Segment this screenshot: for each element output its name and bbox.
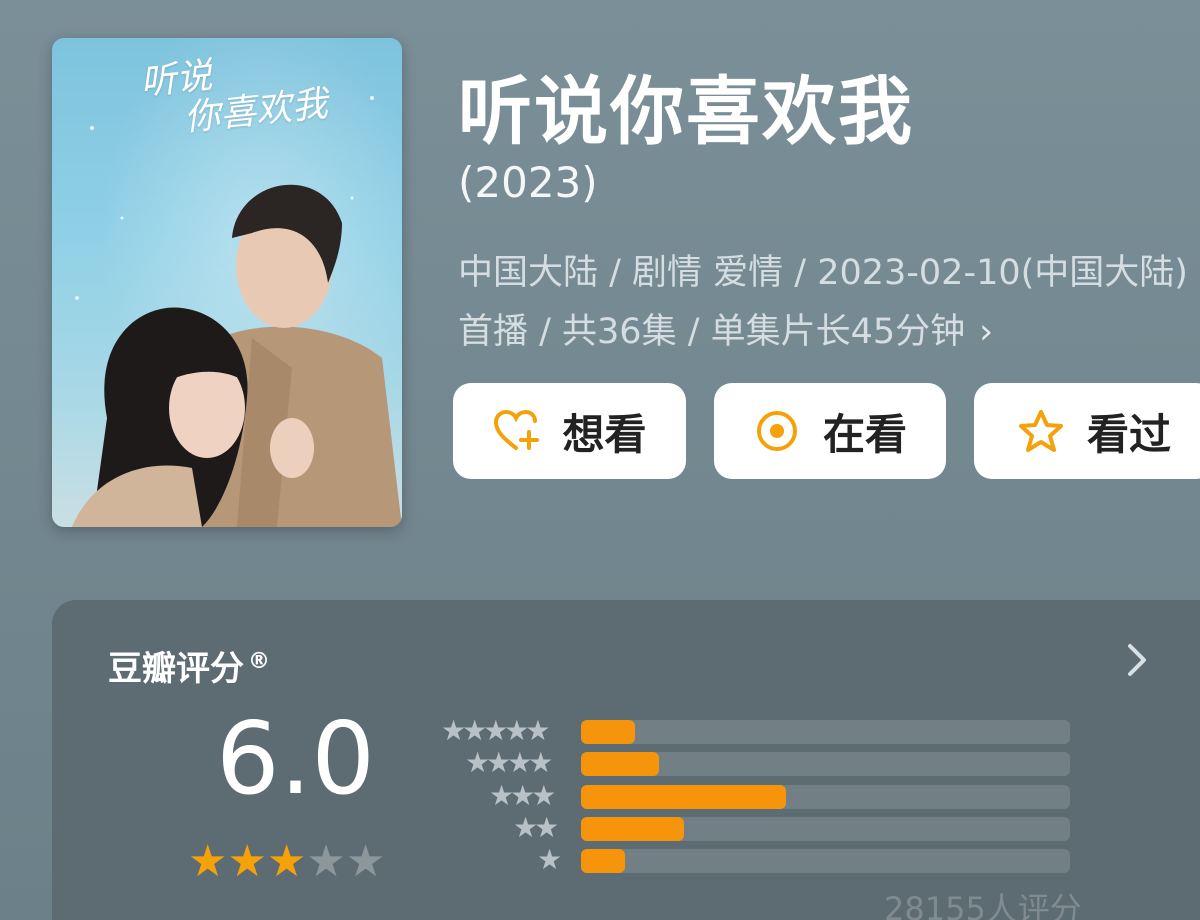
heart-plus-icon [492,407,540,455]
rating-distribution-row: ★★★★ [440,746,1070,779]
rating-bar-track [581,752,1070,776]
show-title: 听说你喜欢我 [458,69,914,155]
rating-score: 6.0 [216,700,376,817]
star-row-icon: ★★★ [489,779,556,812]
rating-distribution-row: ★★★ [440,779,1070,812]
want-to-watch-button[interactable]: 想看 [453,383,686,479]
rating-distribution-row: ★★ [440,811,1070,844]
show-meta-text: 中国大陆 / 剧情 爱情 / 2023-02-10(中国大陆)首播 / 共36集… [458,253,1188,352]
star-filled-icon: ★ [227,836,267,887]
show-year: (2023) [458,158,598,207]
movie-detail-page: 听说 你喜欢我 听说你喜欢我 (2023) 中国大陆 / 剧情 爱情 / 202… [0,0,1200,920]
chevron-right-icon[interactable] [1122,640,1152,680]
star-outline-icon [1017,407,1065,455]
rating-title-text: 豆瓣评分 [108,649,244,689]
star-row-icon: ★ [537,843,562,876]
star-empty-icon: ★ [345,836,386,887]
rating-bar-track [581,817,1070,841]
watched-label: 看过 [1086,409,1171,459]
target-icon [753,407,801,455]
rating-distribution-row: ★ [440,843,1070,876]
watching-label: 在看 [822,409,907,459]
chevron-right-icon: › [979,312,994,352]
rating-bar-fill [581,817,684,841]
star-empty-icon: ★ [306,836,346,887]
star-filled-icon: ★ [266,836,307,887]
rating-bar-track [581,785,1070,809]
rating-bar-track [581,720,1070,744]
want-to-watch-label: 想看 [562,409,647,459]
watched-button[interactable]: 看过 [974,383,1200,479]
rating-bar-fill [581,752,659,776]
star-row-icon: ★★★★★ [441,714,550,747]
registered-mark: ® [248,648,270,674]
rating-bar-fill [581,849,625,873]
star-row-icon: ★★ [513,811,559,844]
watching-button[interactable]: 在看 [714,383,946,479]
poster-image[interactable]: 听说 你喜欢我 [52,38,402,527]
rating-distribution-row: ★★★★★ [440,714,1070,747]
star-filled-icon: ★ [188,836,228,887]
rating-stars: ★ ★ ★ ★ ★ [188,840,385,884]
rating-bar-fill [581,785,786,809]
rating-count: 28155人评分 [884,890,1082,920]
star-row-icon: ★★★★ [465,746,553,779]
rating-bar-track [581,849,1070,873]
show-meta[interactable]: 中国大陆 / 剧情 爱情 / 2023-02-10(中国大陆)首播 / 共36集… [458,244,1200,362]
rating-bar-fill [581,720,635,744]
rating-title: 豆瓣评分 ® [108,641,270,690]
